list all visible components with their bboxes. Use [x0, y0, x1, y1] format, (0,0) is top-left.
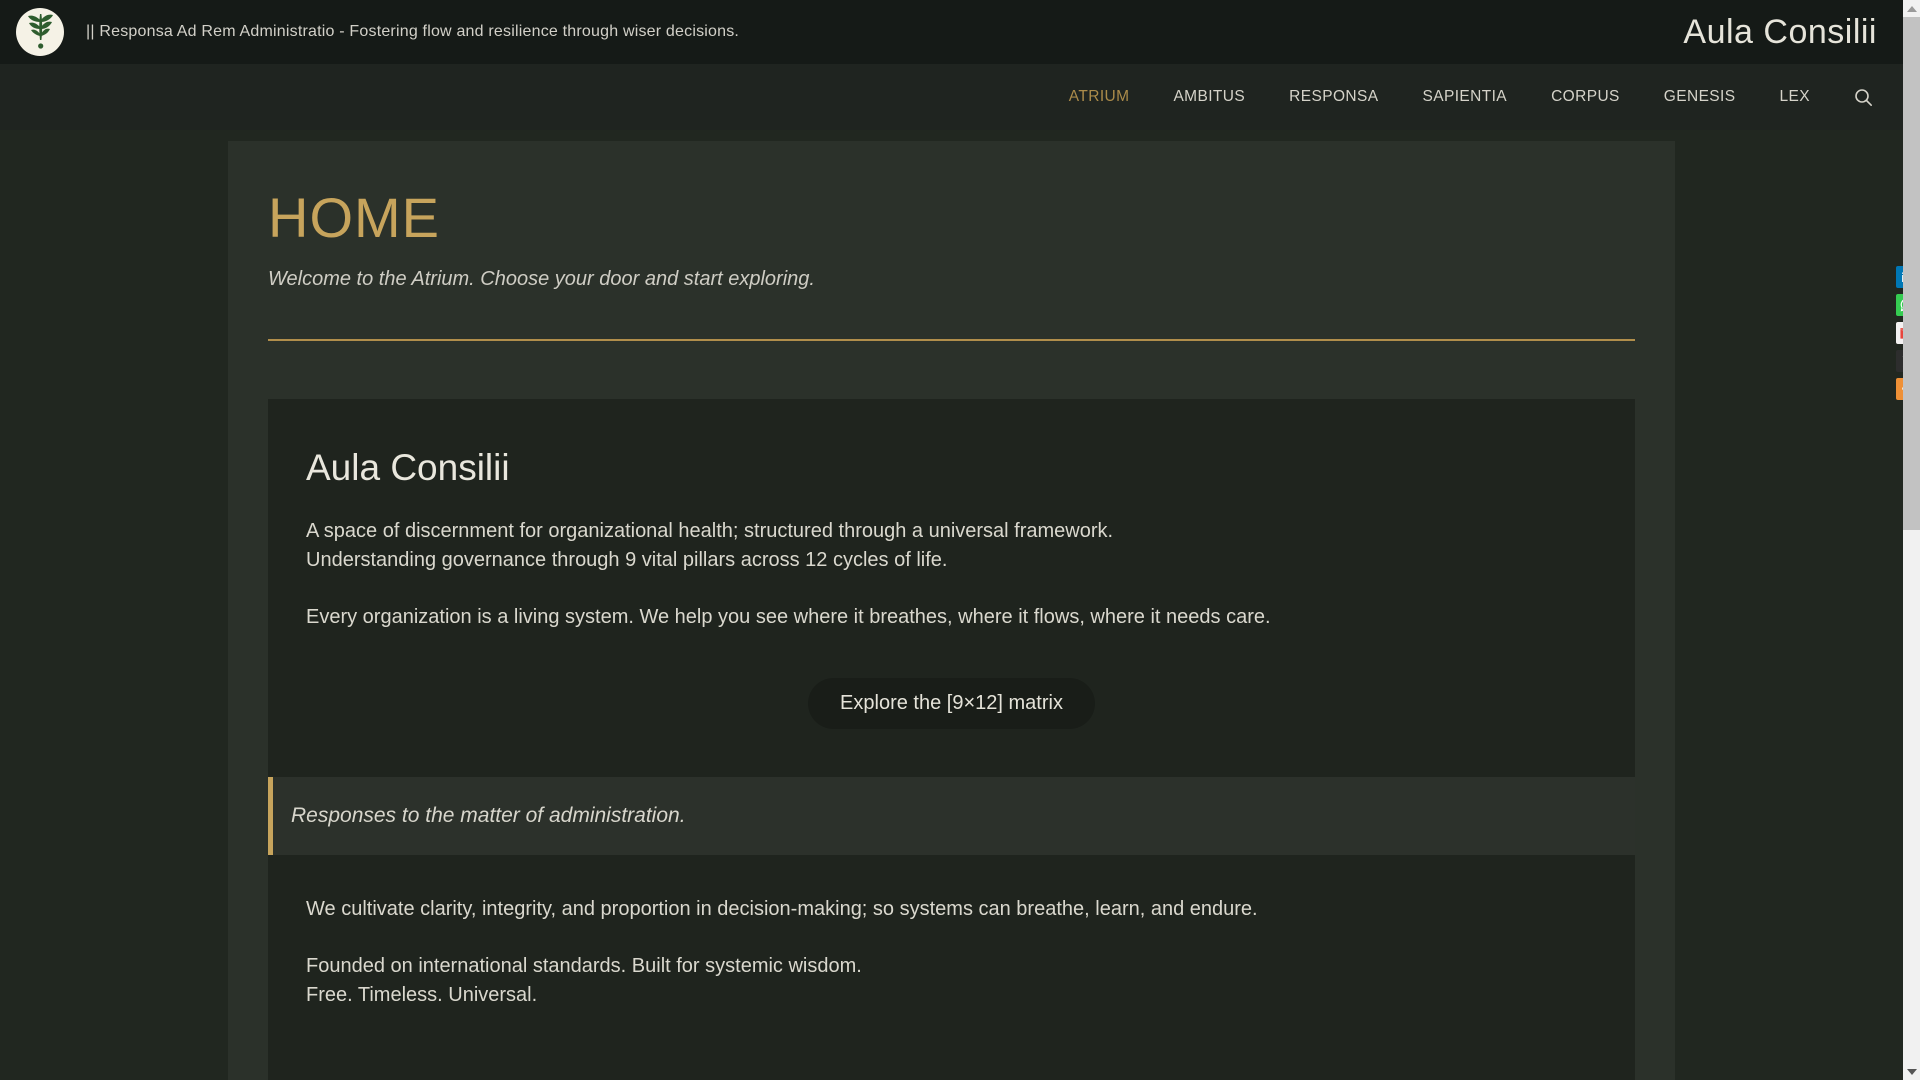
- intro-card: Aula Consilii A space of discernment for…: [268, 399, 1635, 1080]
- card-paragraph-1-line-2: Understanding governance through 9 vital…: [306, 549, 948, 571]
- scrollbar-down-arrow[interactable]: [1903, 1063, 1920, 1080]
- content-container: HOME Welcome to the Atrium. Choose your …: [228, 141, 1675, 1080]
- site-title: Aula Consilii: [1683, 12, 1877, 51]
- button-row: Explore the [9×12] matrix: [268, 678, 1635, 729]
- top-bar: || Responsa Ad Rem Administratio - Foste…: [0, 0, 1903, 64]
- card-paragraph-4: Founded on international standards. Buil…: [268, 952, 1635, 1010]
- main-nav: ATRIUM AMBITUS RESPONSA SAPIENTIA CORPUS…: [0, 64, 1903, 130]
- card-heading: Aula Consilii: [306, 447, 510, 488]
- nav-item-atrium[interactable]: ATRIUM: [1069, 88, 1130, 106]
- nav-item-genesis[interactable]: GENESIS: [1664, 88, 1736, 106]
- page-title: HOME: [268, 186, 440, 249]
- card-paragraph-3: We cultivate clarity, integrity, and pro…: [306, 898, 1258, 920]
- nav-item-sapientia[interactable]: SAPIENTIA: [1422, 88, 1507, 106]
- card-paragraph-1: A space of discernment for organizationa…: [268, 517, 1635, 575]
- site-tagline: || Responsa Ad Rem Administratio - Foste…: [86, 23, 740, 40]
- site-logo[interactable]: [16, 8, 64, 56]
- admin-quote: Responses to the matter of administratio…: [268, 777, 1635, 855]
- page-subtitle: Welcome to the Atrium. Choose your door …: [268, 268, 815, 290]
- gold-divider: [268, 339, 1635, 341]
- card-paragraph-4-line-2: Free. Timeless. Universal.: [306, 984, 538, 1006]
- explore-matrix-button[interactable]: Explore the [9×12] matrix: [808, 678, 1095, 729]
- olive-branch-icon: [28, 14, 53, 49]
- nav-item-corpus[interactable]: CORPUS: [1551, 88, 1620, 106]
- scrollbar-up-arrow[interactable]: [1903, 0, 1920, 17]
- card-paragraph-2: Every organization is a living system. W…: [306, 606, 1271, 628]
- search-icon[interactable]: [1854, 88, 1873, 107]
- card-paragraph-4-line-1: Founded on international standards. Buil…: [306, 955, 862, 977]
- scrollbar-thumb[interactable]: [1903, 17, 1920, 530]
- card-paragraph-1-line-1: A space of discernment for organizationa…: [306, 520, 1114, 542]
- nav-item-ambitus[interactable]: AMBITUS: [1173, 88, 1245, 106]
- nav-item-responsa[interactable]: RESPONSA: [1289, 88, 1378, 106]
- nav-item-lex[interactable]: LEX: [1780, 88, 1811, 106]
- vertical-scrollbar[interactable]: [1903, 0, 1920, 1080]
- page: || Responsa Ad Rem Administratio - Foste…: [0, 0, 1903, 1080]
